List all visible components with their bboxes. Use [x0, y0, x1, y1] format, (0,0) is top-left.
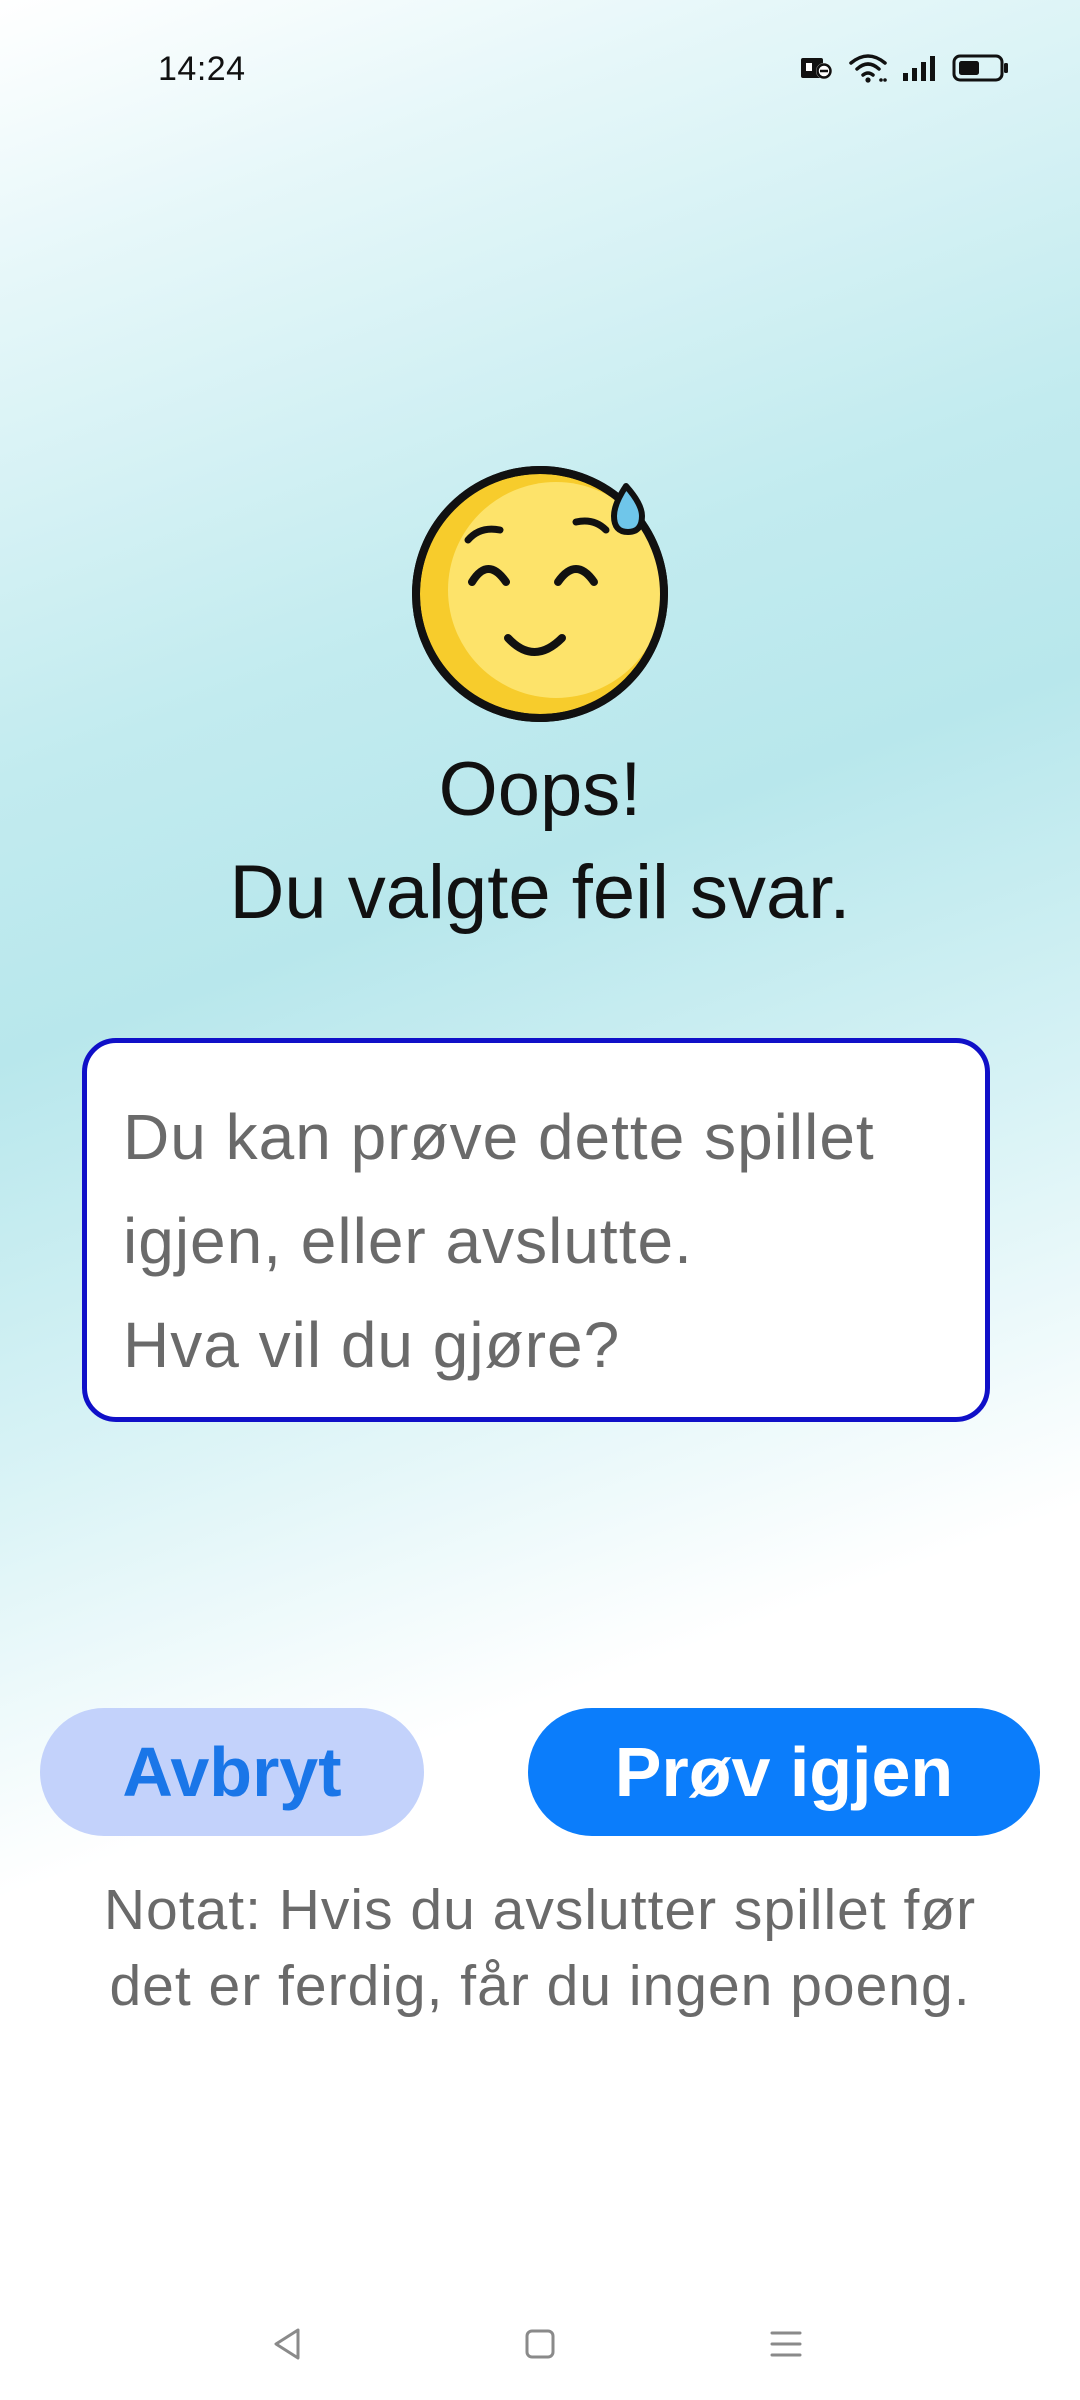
note-line: det er ferdig, får du ingen poeng. — [109, 1954, 971, 2018]
retry-button[interactable]: Prøv igjen — [528, 1708, 1040, 1836]
cancel-button[interactable]: Avbryt — [40, 1708, 424, 1836]
status-icons — [800, 50, 1010, 86]
grinning-sweat-emoji — [408, 460, 672, 724]
menu-icon[interactable] — [756, 2314, 816, 2374]
message-line: Du kan prøve dette spillet — [123, 1101, 875, 1173]
message-box: Du kan prøve dette spillet igjen, eller … — [82, 1038, 990, 1422]
note-text: Notat: Hvis du avslutter spillet før det… — [0, 1872, 1080, 2024]
navigation-bar — [0, 2300, 1080, 2380]
game-result-screen: 14:24 Oops! Du valgte feil svar. Du kan … — [0, 0, 1080, 2400]
message-line: igjen, eller avslutte. — [123, 1205, 693, 1277]
wifi-icon — [848, 52, 888, 84]
dialog-title: Oops! — [438, 747, 642, 832]
home-icon[interactable] — [510, 2314, 570, 2374]
message-line: Hva vil du gjøre? — [123, 1309, 621, 1381]
nfc-icon — [800, 55, 834, 81]
note-line: Notat: Hvis du avslutter spillet før — [103, 1878, 977, 1942]
battery-icon — [952, 53, 1010, 83]
status-time: 14:24 — [158, 50, 246, 88]
signal-icon — [902, 54, 938, 82]
dialog-subtitle: Du valgte feil svar. — [229, 850, 851, 935]
status-bar: 14:24 — [0, 0, 1080, 130]
back-icon[interactable] — [258, 2314, 318, 2374]
